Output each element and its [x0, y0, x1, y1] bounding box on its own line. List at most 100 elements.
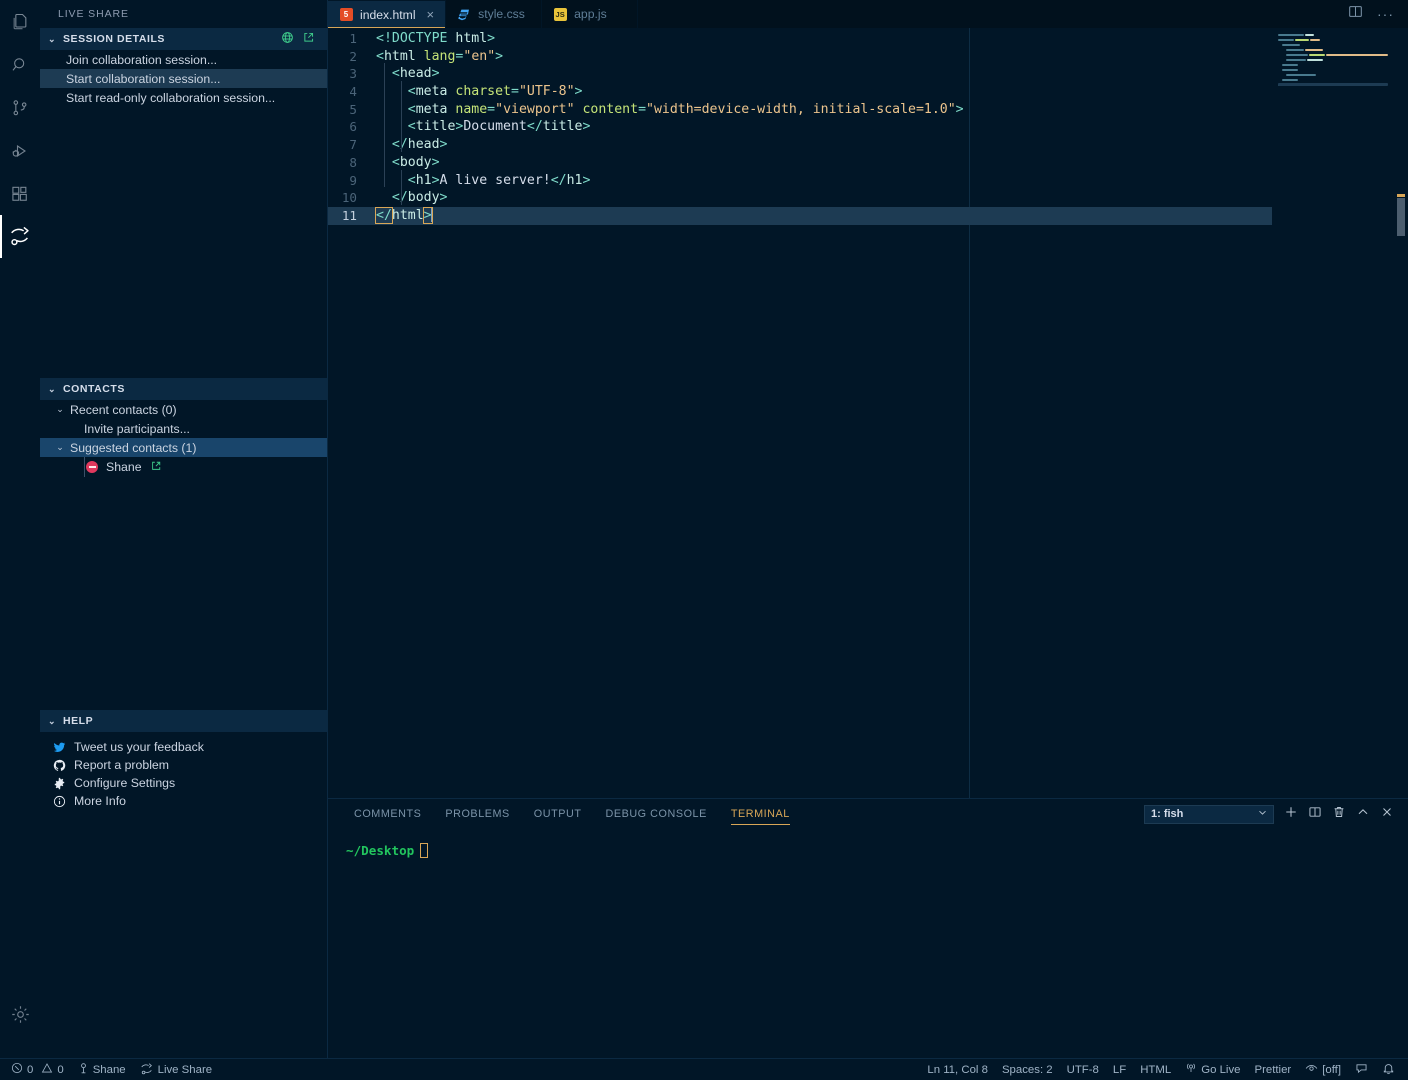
line-number: 1 [349, 31, 357, 46]
info-icon [52, 795, 66, 808]
account-icon [78, 1062, 89, 1078]
status-prettier[interactable]: Prettier [1247, 1059, 1298, 1080]
activity-item-live-share[interactable] [0, 215, 40, 258]
code-line[interactable]: 5 <meta name="viewport" content="width=d… [328, 101, 1272, 119]
section-help[interactable]: ⌄ HELP [40, 710, 327, 732]
terminal-selector[interactable]: 1: fish [1144, 804, 1274, 824]
help-item-tweet[interactable]: Tweet us your feedback [40, 738, 327, 756]
code-line[interactable]: 11 </html> [328, 206, 1272, 225]
line-content: </html> [375, 206, 433, 224]
session-item-join[interactable]: Join collaboration session... [40, 50, 327, 69]
minimap-line [1286, 74, 1316, 76]
status-feedback[interactable] [1348, 1059, 1375, 1080]
contact-row[interactable]: Shane [40, 457, 327, 477]
external-link-icon[interactable] [302, 31, 315, 47]
new-terminal-icon[interactable] [1284, 805, 1298, 824]
status-notifications[interactable] [1375, 1059, 1402, 1080]
contacts-suggested-group[interactable]: ⌄ Suggested contacts (1) [40, 438, 327, 457]
code-line[interactable]: 8 <body> [328, 154, 1272, 172]
session-item-join-label: Join collaboration session... [66, 52, 218, 67]
status-cursor-position[interactable]: Ln 11, Col 8 [920, 1059, 995, 1080]
code-editor[interactable]: 1 <!DOCTYPE html> 2 <html lang="en"> 3 <head… [328, 28, 1272, 798]
tab-app-js[interactable]: JS app.js [542, 0, 639, 28]
code-line[interactable]: 9 <h1>A live server!</h1> [328, 172, 1272, 190]
minimap-line [1282, 64, 1298, 66]
activity-item-run-and-debug[interactable] [0, 129, 40, 172]
minimap-line [1286, 59, 1306, 61]
editor-group: 5 index.html × style.css JS app.js ··· 1… [328, 0, 1408, 1058]
activity-item-manage[interactable] [0, 993, 40, 1036]
status-live-share[interactable]: Live Share [133, 1059, 219, 1080]
minimap-line [1307, 59, 1323, 61]
activity-bar [0, 0, 40, 1058]
live-share-icon [8, 225, 32, 249]
line-number: 11 [341, 207, 357, 223]
more-actions-icon[interactable]: ··· [1377, 7, 1394, 21]
session-item-start[interactable]: Start collaboration session... [40, 69, 327, 88]
js-file-icon: JS [553, 7, 567, 21]
contacts-body-space [40, 477, 327, 710]
contacts-recent-group[interactable]: ⌄ Recent contacts (0) [40, 400, 327, 419]
panel-tab-comments[interactable]: COMMENTS [342, 799, 433, 829]
status-problems[interactable]: 0 0 [4, 1059, 71, 1080]
code-line[interactable]: 7 </head> [328, 136, 1272, 154]
help-item-report-problem[interactable]: Report a problem [40, 756, 327, 774]
session-item-start-readonly[interactable]: Start read-only collaboration session... [40, 88, 327, 107]
overview-ruler[interactable] [1394, 28, 1408, 798]
activity-item-explorer[interactable] [0, 0, 40, 43]
line-number: 6 [349, 119, 357, 135]
tab-app-js-label: app.js [574, 7, 607, 21]
live-share-icon [140, 1062, 154, 1078]
tab-style-css[interactable]: style.css [446, 0, 543, 28]
panel-tab-terminal[interactable]: TERMINAL [719, 799, 802, 829]
status-go-live[interactable]: Go Live [1178, 1059, 1247, 1080]
minimap[interactable] [1272, 28, 1394, 798]
external-link-icon[interactable] [150, 460, 162, 475]
activity-item-extensions[interactable] [0, 172, 40, 215]
help-item-configure-settings[interactable]: Configure Settings [40, 774, 327, 792]
help-item-more-info[interactable]: More Info [40, 792, 327, 810]
activity-item-search[interactable] [0, 43, 40, 86]
error-count: 0 [27, 1063, 34, 1076]
maximize-panel-icon[interactable] [1356, 805, 1370, 824]
minimap-line [1278, 39, 1294, 41]
code-lines: 1 <!DOCTYPE html> 2 <html lang="en"> 3 <head… [328, 28, 1272, 225]
code-line[interactable]: 2 <html lang="en"> [328, 48, 1272, 66]
tab-index-html-label: index.html [360, 7, 416, 22]
panel-tab-output[interactable]: OUTPUT [522, 799, 594, 829]
code-line[interactable]: 3 <head> [328, 65, 1272, 83]
activity-item-source-control[interactable] [0, 86, 40, 129]
code-line[interactable]: 4 <meta charset="UTF-8"> [328, 83, 1272, 101]
css-file-icon [457, 7, 471, 21]
contacts-invite-participants[interactable]: Invite participants... [40, 419, 327, 438]
split-terminal-icon[interactable] [1308, 805, 1322, 824]
status-indentation[interactable]: Spaces: 2 [995, 1059, 1060, 1080]
terminal-cursor [420, 843, 429, 858]
bottom-panel: COMMENTS PROBLEMS OUTPUT DEBUG CONSOLE T… [328, 798, 1408, 1058]
terminal-body[interactable]: ~/Desktop [328, 829, 1408, 1058]
help-body-space [40, 810, 327, 1058]
status-eslint[interactable]: [off] [1298, 1059, 1348, 1080]
status-language-mode[interactable]: HTML [1133, 1059, 1178, 1080]
minimap-line [1286, 49, 1304, 51]
kill-terminal-icon[interactable] [1332, 805, 1346, 824]
globe-icon[interactable] [281, 31, 294, 47]
close-panel-icon[interactable] [1380, 805, 1394, 824]
line-content: <!DOCTYPE html> [376, 31, 496, 46]
scrollbar-thumb[interactable] [1397, 198, 1405, 236]
status-encoding[interactable]: UTF-8 [1060, 1059, 1106, 1080]
code-line[interactable]: 6 <title>Document</title> [328, 118, 1272, 136]
tab-index-html[interactable]: 5 index.html × [328, 0, 447, 28]
close-icon[interactable]: × [427, 8, 435, 21]
section-session-details-label: SESSION DETAILS [63, 33, 165, 45]
panel-tab-debug-console[interactable]: DEBUG CONSOLE [593, 799, 718, 829]
line-content: <meta charset="UTF-8"> [376, 84, 583, 100]
panel-tab-problems[interactable]: PROBLEMS [433, 799, 521, 829]
split-editor-icon[interactable] [1348, 4, 1363, 24]
code-line[interactable]: 1 <!DOCTYPE html> [328, 30, 1272, 48]
status-account[interactable]: Shane [71, 1059, 133, 1080]
status-eol[interactable]: LF [1106, 1059, 1133, 1080]
section-contacts[interactable]: ⌄ CONTACTS [40, 378, 327, 400]
code-line[interactable]: 10 </body> [328, 189, 1272, 207]
section-session-details[interactable]: ⌄ SESSION DETAILS [40, 28, 327, 50]
